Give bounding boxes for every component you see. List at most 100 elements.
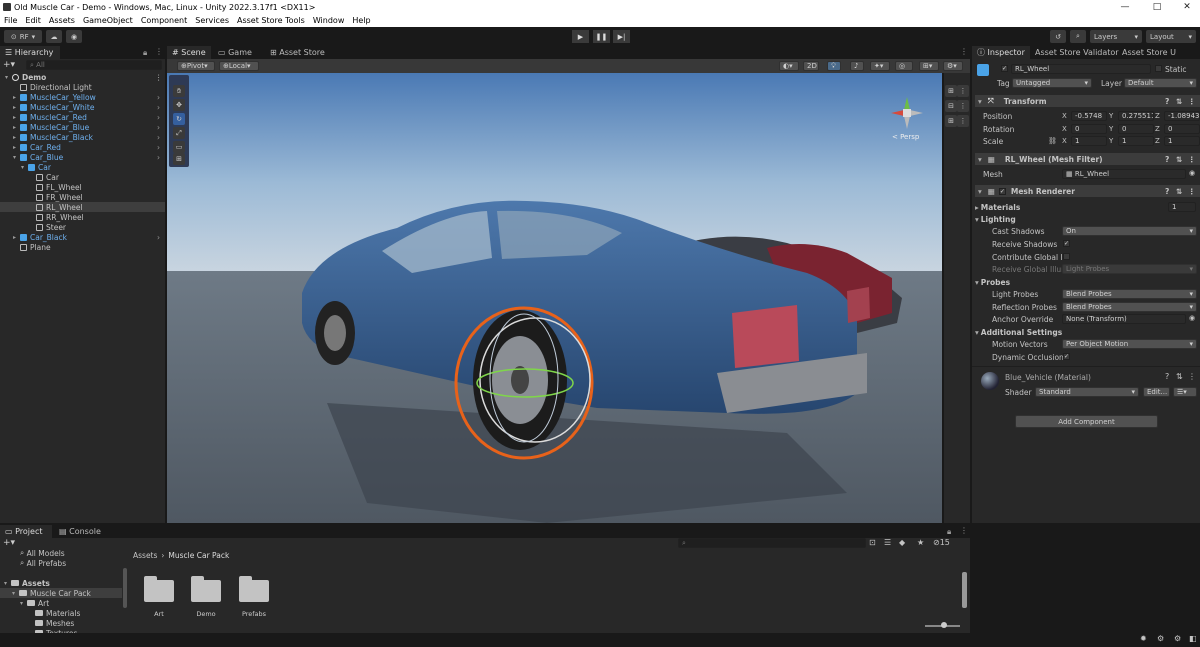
scale-z-field[interactable]: 1 [1164,136,1200,146]
tab-game[interactable]: ▭ Game [213,46,257,59]
cloud-icon[interactable]: ☁ [46,30,62,43]
collapsed-arrow-icon[interactable]: ▸ [13,134,20,141]
play-button[interactable]: ▶ [572,30,589,43]
view-overlay-icon[interactable]: ⊟ [945,100,957,112]
lighting-toggle-icon[interactable]: 💡︎ [827,61,841,71]
project-tree-item[interactable]: ▾ Muscle Car Pack [0,588,122,598]
motion-vectors-dropdown[interactable]: Per Object Motion ▾ [1062,339,1197,349]
grid-overlay-icon[interactable]: ⊞ [945,85,957,97]
local-dropdown[interactable]: ⊕ Local ▾ [219,61,259,71]
help-icon[interactable]: ? [1165,155,1169,164]
settings-overlay-icon[interactable]: ⋮ [957,115,969,127]
transform-tool-icon[interactable]: ⊞ [173,153,185,165]
receive-shadows-checkbox[interactable]: ✓ [1063,240,1070,247]
step-button[interactable]: ▶| [613,30,630,43]
menu-edit[interactable]: Edit [25,16,41,25]
project-tree-item[interactable]: ▾ Art [0,598,122,608]
mesh-renderer-enabled-checkbox[interactable]: ✓ [998,187,1006,195]
more-icon[interactable]: ⋮ [155,47,163,56]
open-prefab-arrow-icon[interactable]: › [157,93,160,102]
hierarchy-item[interactable]: ▸ MuscleCar_Red › [0,112,165,122]
collapsed-arrow-icon[interactable]: ▸ [13,124,20,131]
rect-tool-icon[interactable]: ▭ [173,141,185,153]
help-icon[interactable]: ? [1165,372,1169,381]
tab-scene[interactable]: # Scene [167,46,211,59]
hierarchy-item[interactable]: Plane [0,242,165,252]
collapsed-arrow-icon[interactable]: ▸ [13,114,20,121]
notifications-icon[interactable]: ◧ [1189,634,1197,643]
menu-help[interactable]: Help [352,16,370,25]
increment-overlay-icon[interactable]: ⊞ [945,115,957,127]
scene-menu-icon[interactable]: ⋮ [155,73,163,82]
lock-icon[interactable]: 🔒︎ [143,48,147,58]
position-z-label[interactable]: Z [1155,112,1160,120]
hierarchy-item[interactable]: ▸ MuscleCar_Yellow › [0,92,165,102]
component-menu-icon[interactable]: ⋮ [1188,97,1196,106]
project-create-button[interactable]: +▾ [3,538,15,548]
open-prefab-arrow-icon[interactable]: › [157,133,160,142]
tab-console[interactable]: ▤ Console [54,525,106,538]
preset-icon[interactable]: ⇅ [1176,187,1182,196]
contribute-gi-checkbox[interactable] [1063,253,1070,260]
expanded-arrow-icon[interactable]: ▾ [13,154,20,161]
camera-settings-dropdown[interactable]: ⚙▾ [943,61,963,71]
grid-scrollbar[interactable] [962,572,967,608]
pause-button[interactable]: ❚❚ [593,30,610,43]
shader-edit-button[interactable]: Edit... [1143,387,1170,397]
object-picker-icon[interactable]: ◉ [1189,314,1195,322]
favorite-all-prefabs[interactable]: ⌕ All Prefabs [20,558,66,568]
hierarchy-item[interactable]: FR_Wheel [0,192,165,202]
expanded-arrow-icon[interactable]: ▾ [20,600,27,607]
help-icon[interactable]: ? [1165,187,1169,196]
help-icon[interactable]: ? [1165,97,1169,106]
menu-file[interactable]: File [4,16,17,25]
hierarchy-item[interactable]: ▸ MuscleCar_Blue › [0,122,165,132]
rotation-y-label[interactable]: Y [1109,125,1113,133]
tab-asset-store-validator[interactable]: Asset Store Validator [1030,46,1124,59]
open-prefab-arrow-icon[interactable]: › [157,113,160,122]
breadcrumb-muscle-car-pack[interactable]: Muscle Car Pack [168,551,229,560]
collapsed-arrow-icon[interactable]: ▸ [13,94,20,101]
hidden-objects-icon[interactable]: ◎ [895,61,913,71]
scale-x-field[interactable]: 1 [1071,136,1107,146]
probes-foldout[interactable]: ▾ Probes [975,277,1200,288]
open-prefab-arrow-icon[interactable]: › [157,143,160,152]
zoom-slider-handle[interactable] [941,622,947,628]
search-by-label-icon[interactable]: ☰ [884,538,891,547]
hierarchy-item[interactable]: ▸ MuscleCar_Black › [0,132,165,142]
hierarchy-item[interactable]: RL_Wheel [0,202,165,212]
hierarchy-search-input[interactable]: ⌕ All [26,60,162,70]
snap-overlay-icon[interactable]: ⋮ [957,85,969,97]
persp-label[interactable]: < Persp [892,133,919,141]
hierarchy-item[interactable]: Steer [0,222,165,232]
rotation-z-field[interactable]: 0 [1164,124,1200,134]
position-y-field[interactable]: 0.275511 [1118,111,1154,121]
search-icon[interactable]: ⌕ [1070,30,1086,43]
tab-asset-store[interactable]: ⊞ Asset Store [265,46,330,59]
favorite-all-models[interactable]: ⌕ All Models [20,548,65,558]
project-search-input[interactable]: ⌕ [678,538,866,548]
audio-toggle-icon[interactable]: ♪ [850,61,864,71]
layer-dropdown[interactable]: Default ▾ [1124,78,1197,88]
mode-2d-button[interactable]: 2D [803,61,819,71]
scale-y-field[interactable]: 1 [1118,136,1154,146]
transform-header[interactable]: ▾ ⤧ Transform ? ⇅ ⋮ [975,95,1200,107]
anchor-override-field[interactable]: None (Transform) [1062,314,1186,324]
object-name-field[interactable]: RL_Wheel [1011,64,1151,74]
expanded-arrow-icon[interactable]: ▾ [12,590,19,597]
folder-label[interactable]: Art [139,610,179,618]
folder-icon[interactable] [144,576,174,602]
rotation-x-label[interactable]: X [1062,125,1067,133]
component-menu-icon[interactable]: ⋮ [1188,187,1196,196]
hand-tool-icon[interactable]: ✋︎ [173,85,185,97]
tab-hierarchy[interactable]: ☰ Hierarchy [0,46,60,59]
tab-project[interactable]: ▭ Project [0,525,52,538]
create-button[interactable]: +▾ [3,60,15,70]
debug-icon[interactable]: ✹ [1140,634,1147,643]
hierarchy-item[interactable]: ▾ Demo ⋮ [0,72,165,82]
open-prefab-arrow-icon[interactable]: › [157,103,160,112]
mesh-field[interactable]: ▦ RL_Wheel [1062,169,1186,179]
expanded-arrow-icon[interactable]: ▾ [5,74,12,81]
shader-menu-button[interactable]: ☰▾ [1173,387,1197,397]
hierarchy-item[interactable]: ▸ Car_Black › [0,232,165,242]
